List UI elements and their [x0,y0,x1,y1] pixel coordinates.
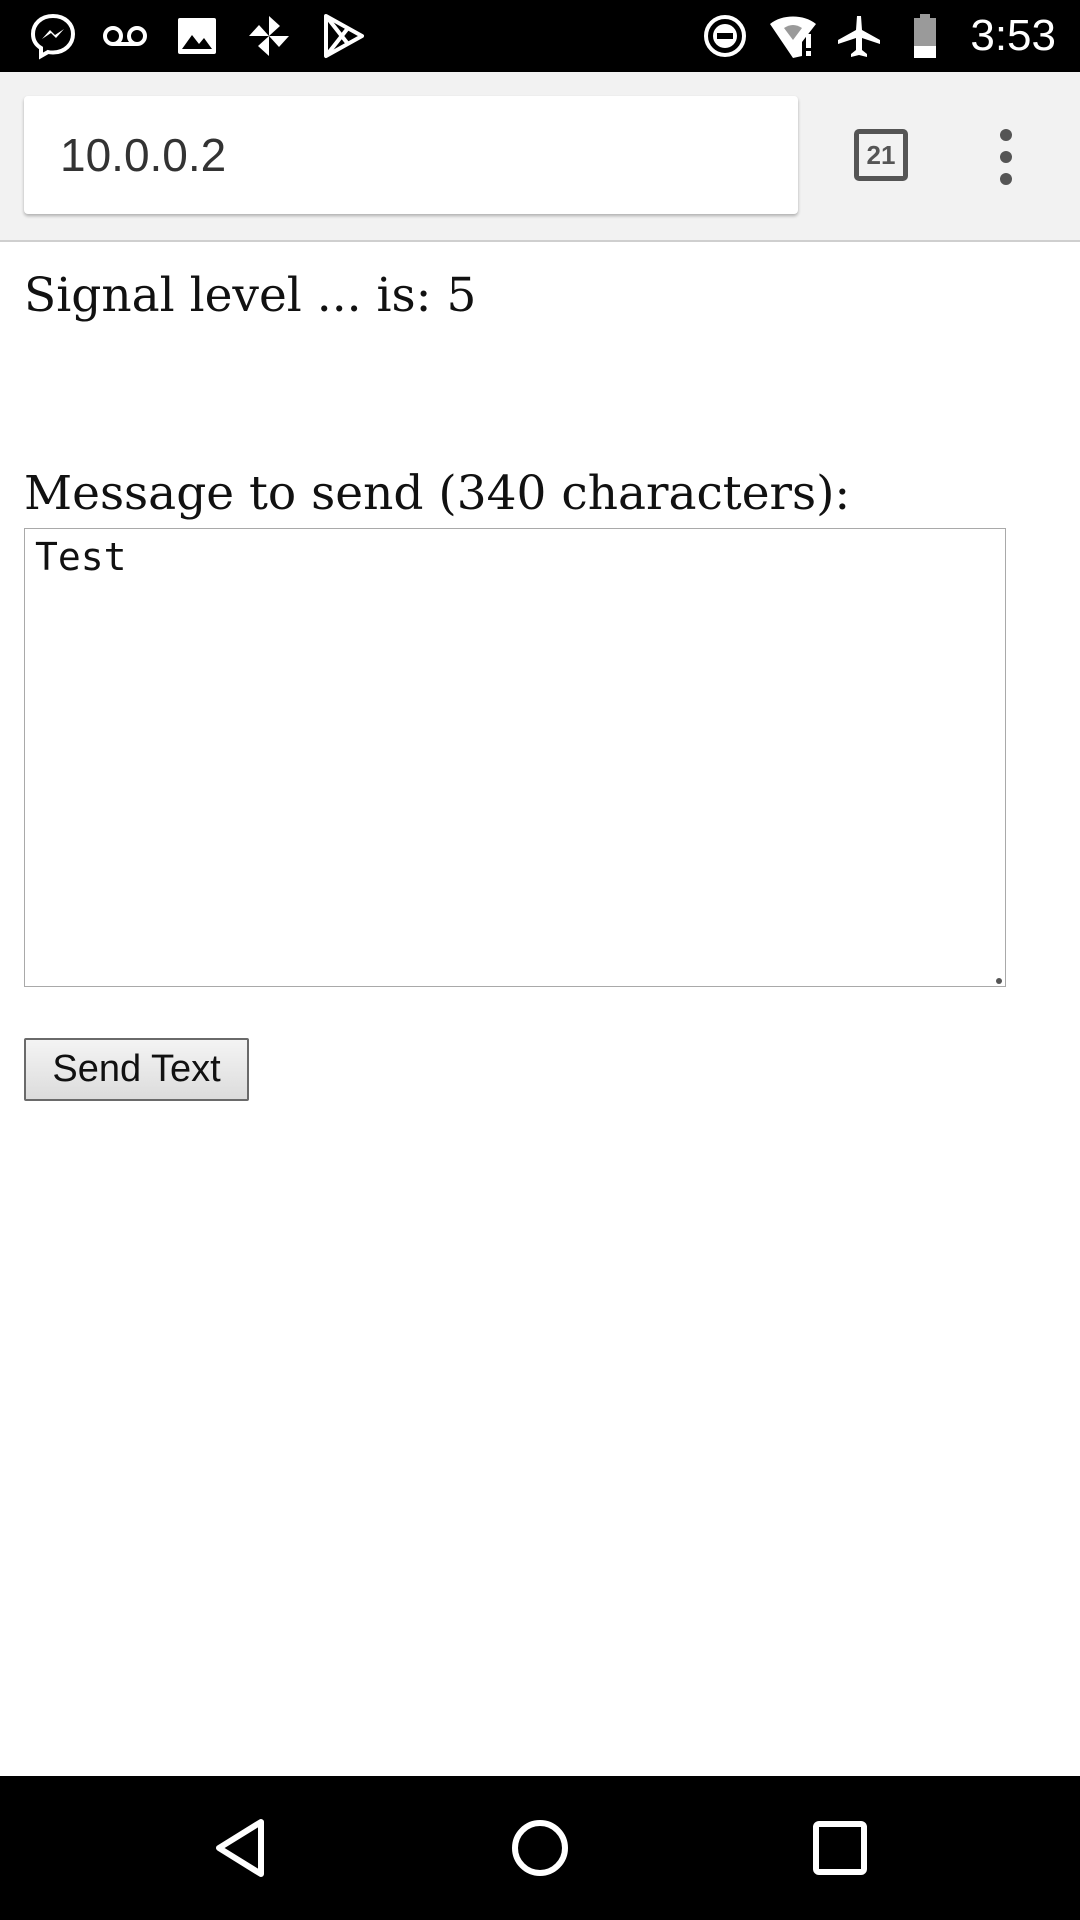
battery-icon [914,14,936,58]
voicemail-icon [103,26,147,46]
pinwheel-icon [249,16,289,56]
messenger-icon [30,13,76,60]
browser-toolbar: 10.0.0.2 21 [0,72,1080,242]
back-icon[interactable] [205,1812,277,1884]
status-bar: 3:53 [0,0,1080,72]
wifi-alert-icon [770,16,816,58]
resize-handle[interactable] [996,978,1002,984]
home-icon[interactable] [504,1812,576,1884]
signal-level-text: Signal level ... is: 5 [24,268,477,323]
navigation-bar [0,1776,1080,1920]
address-bar[interactable]: 10.0.0.2 [24,96,798,214]
url-text: 10.0.0.2 [60,129,227,181]
recents-icon[interactable] [804,1812,876,1884]
image-icon [178,18,216,54]
clock-time: 3:53 [970,11,1056,60]
play-store-icon [324,14,364,58]
overflow-menu-icon[interactable] [986,127,1026,187]
do-not-disturb-icon [704,15,746,57]
message-label: Message to send (340 characters): [24,466,851,521]
tab-switcher-button[interactable]: 21 [854,129,908,181]
send-text-button[interactable]: Send Text [24,1038,249,1101]
message-textarea[interactable]: Test [24,528,1006,987]
airplane-mode-icon [838,16,880,57]
